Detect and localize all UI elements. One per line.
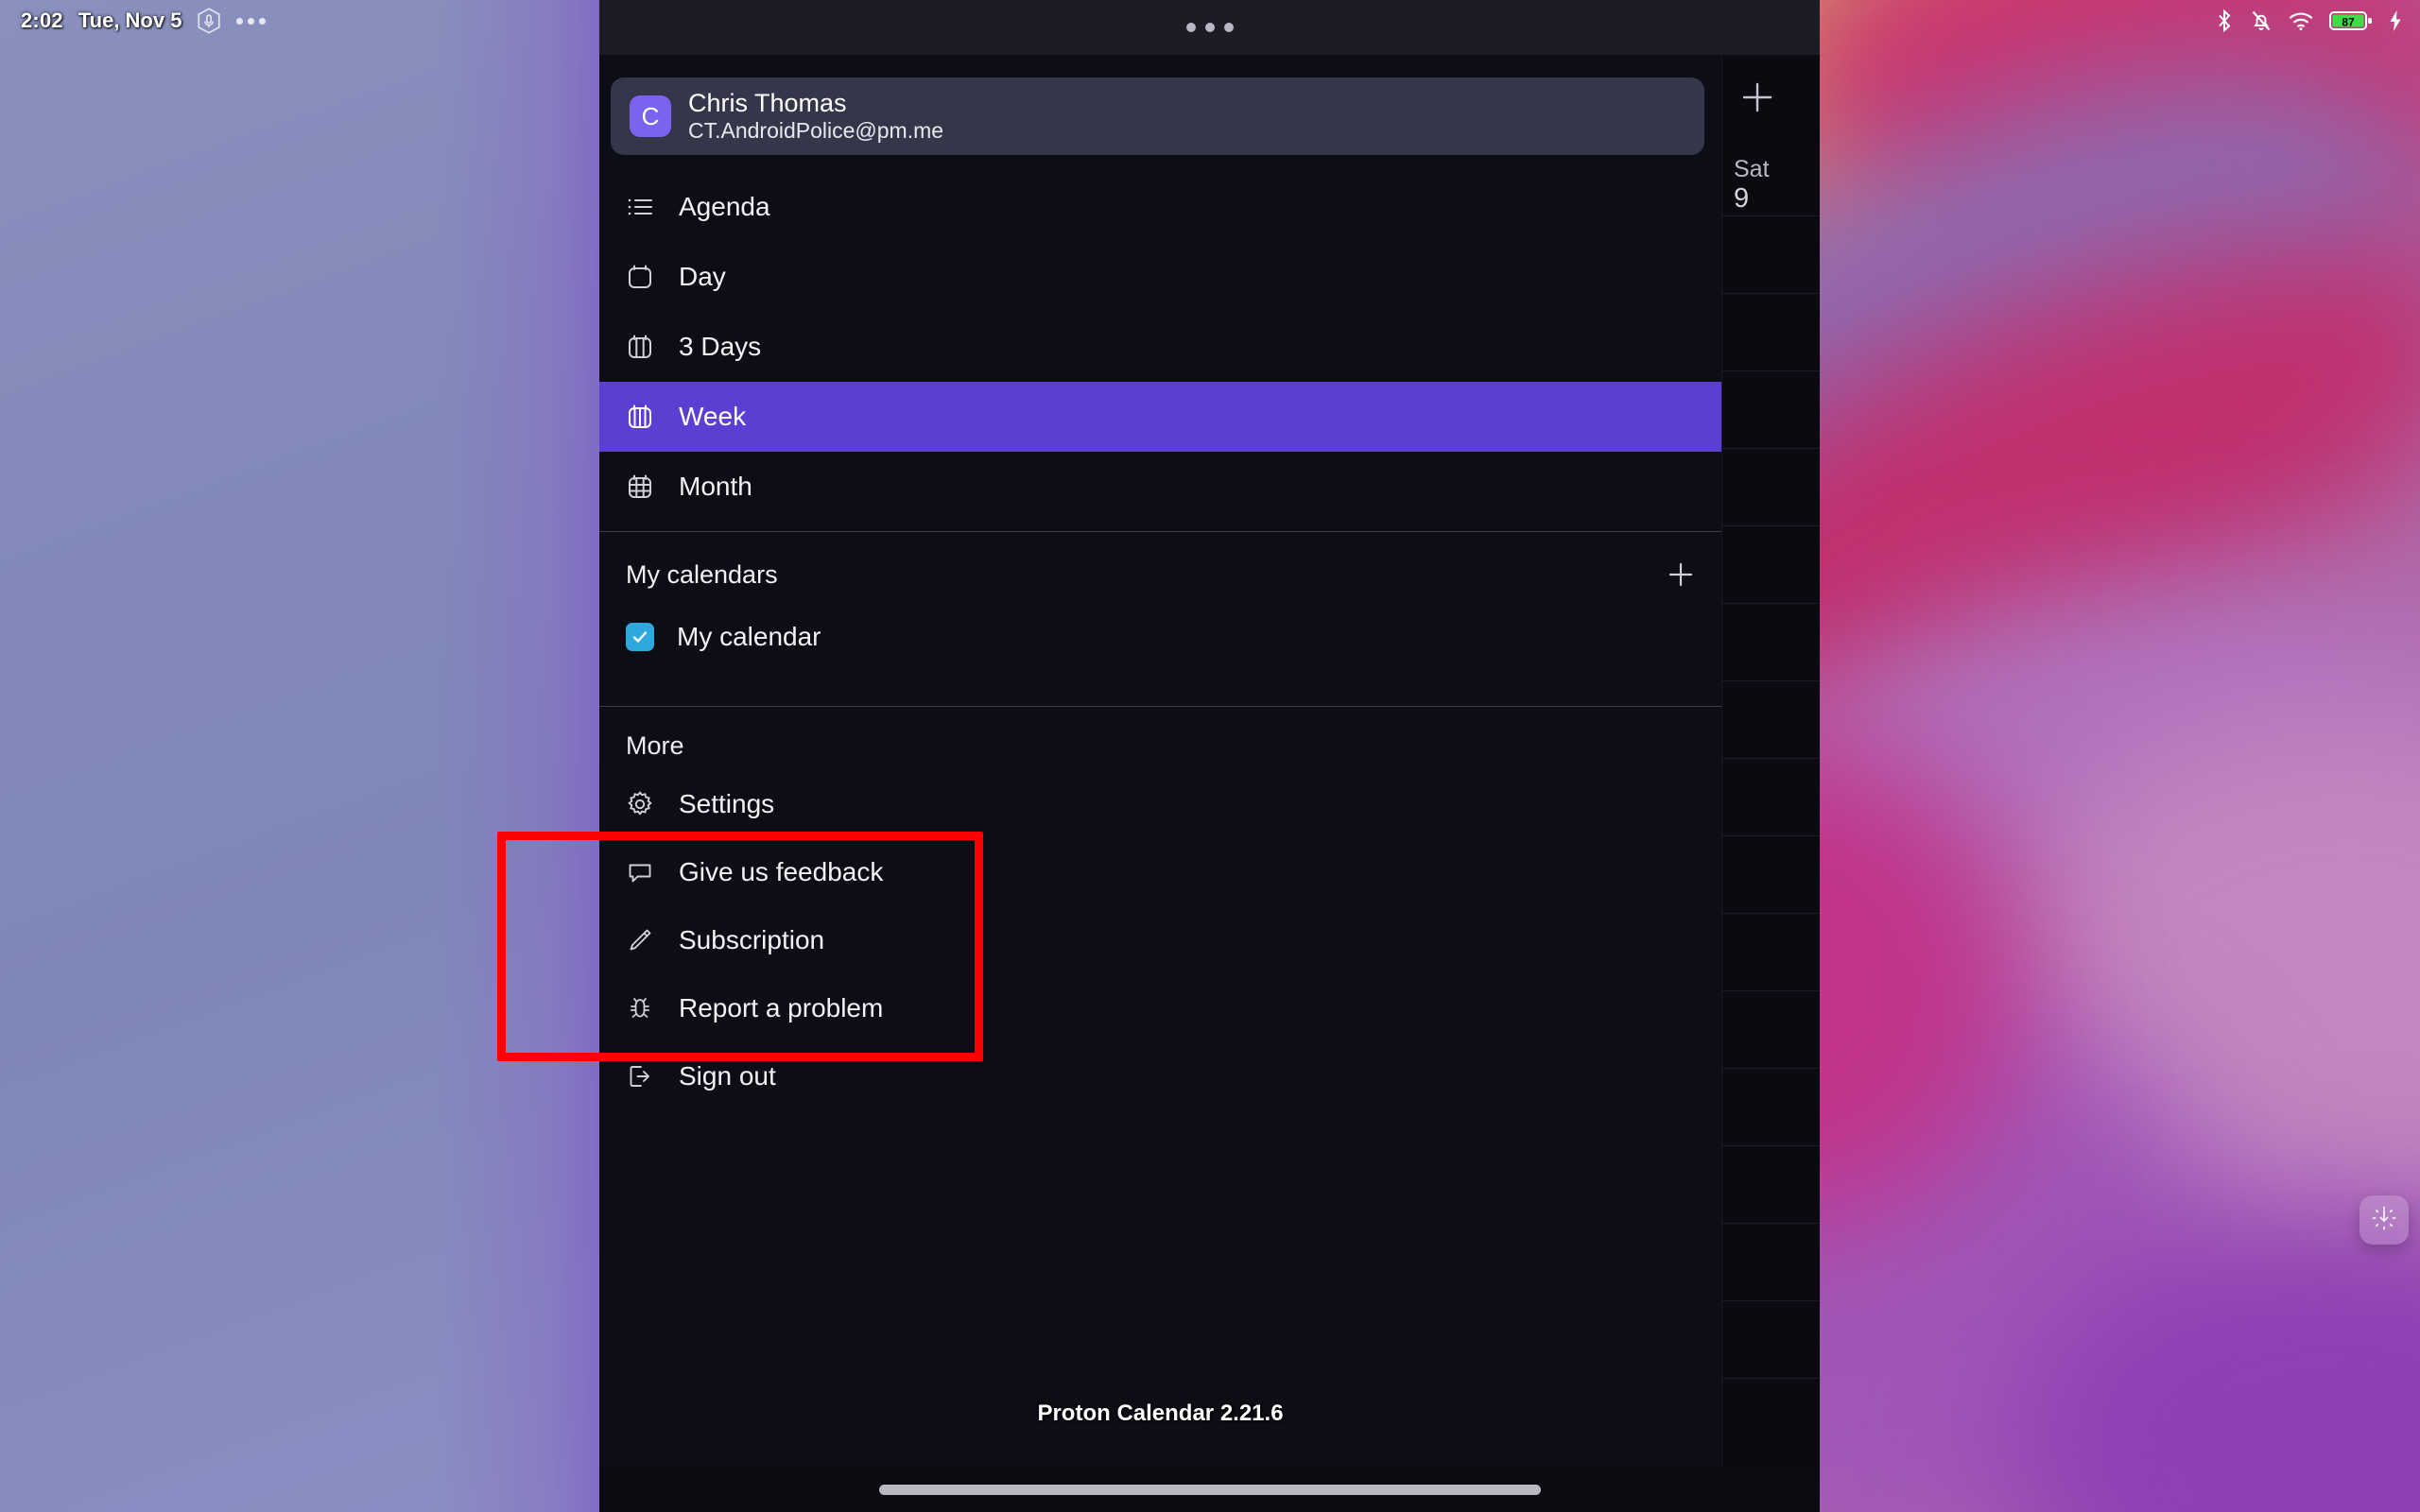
notifications-muted-icon <box>2250 9 2273 33</box>
pencil-icon <box>626 926 654 954</box>
account-email: CT.AndroidPolice@pm.me <box>688 118 944 144</box>
calendar-3days-icon <box>626 333 654 361</box>
sidebar-item-label: Sign out <box>679 1061 776 1091</box>
battery-icon: 87 <box>2329 9 2373 32</box>
sidebar-item-agenda[interactable]: Agenda <box>599 172 1721 242</box>
wallpaper-right <box>1820 0 2420 1512</box>
calendar-day-name: Sat <box>1734 156 1770 182</box>
calendar-day-number: 9 <box>1734 183 1750 214</box>
status-bar-left: 2:02 Tue, Nov 5 <box>0 0 599 42</box>
calendar-checkbox[interactable] <box>626 623 654 651</box>
gesture-nav-bar[interactable] <box>878 1485 1541 1495</box>
account-name: Chris Thomas <box>688 89 847 118</box>
more-section-title: More <box>626 731 684 760</box>
account-card[interactable]: C Chris Thomas CT.AndroidPolice@pm.me <box>611 77 1704 155</box>
add-event-plus-icon[interactable] <box>1736 76 1779 119</box>
sidebar-item-label: Settings <box>679 789 775 818</box>
brightness-floating-button[interactable] <box>2360 1195 2409 1245</box>
navigation-drawer: C Chris Thomas CT.AndroidPolice@pm.me Ag… <box>599 55 1722 1512</box>
charging-bolt-icon <box>2388 9 2403 32</box>
app-version-label: Proton Calendar 2.21.6 <box>1037 1400 1284 1426</box>
sign-out-icon <box>626 1062 654 1091</box>
window-drag-handle[interactable] <box>599 0 1820 55</box>
status-clock: 2:02 <box>21 9 63 32</box>
sidebar-item-label: Month <box>679 472 752 501</box>
sidebar-item-label: Give us feedback <box>679 857 884 886</box>
calendar-list-item[interactable]: My calendar <box>599 604 1721 670</box>
sidebar-item-label: Subscription <box>679 925 825 954</box>
sidebar-item-label: Report a problem <box>679 993 884 1022</box>
my-calendars-title: My calendars <box>626 559 778 589</box>
calendar-month-icon <box>626 472 654 501</box>
bug-icon <box>626 994 654 1022</box>
sidebar-item-day[interactable]: Day <box>599 242 1721 312</box>
status-overflow-dots-icon[interactable] <box>236 17 267 25</box>
proton-calendar-window: Sat 9 C Chris Thomas CT.AndroidPolice@pm… <box>599 0 1820 1512</box>
wallpaper-left <box>0 0 599 1512</box>
sidebar-item-week[interactable]: Week <box>599 382 1721 452</box>
status-bar-right: 87 <box>2214 0 2403 42</box>
gear-icon <box>626 790 654 818</box>
list-icon <box>626 193 654 221</box>
speech-bubble-icon <box>626 858 654 886</box>
view-list: Agenda Day 3 Days Week Month <box>599 172 1721 522</box>
sidebar-item-report-a-problem[interactable]: Report a problem <box>599 974 1721 1042</box>
calendar-name: My calendar <box>677 622 821 651</box>
calendar-hour-grid <box>1722 215 1820 1512</box>
drag-handle-dots-icon[interactable] <box>1185 23 1234 32</box>
sidebar-item-label: 3 Days <box>679 332 762 361</box>
calendar-week-icon <box>626 403 654 431</box>
sidebar-item-settings[interactable]: Settings <box>599 770 1721 838</box>
bluetooth-icon <box>2214 9 2235 33</box>
add-calendar-plus-icon[interactable] <box>1665 558 1697 591</box>
avatar: C <box>630 95 671 137</box>
screen: 2:02 Tue, Nov 5 87 Sat 9 C Chris Thomas … <box>0 0 2420 1512</box>
calendar-day-icon <box>626 263 654 291</box>
battery-percent-text: 87 <box>2342 15 2355 28</box>
sidebar-item-3days[interactable]: 3 Days <box>599 312 1721 382</box>
sidebar-item-subscription[interactable]: Subscription <box>599 906 1721 974</box>
my-calendars-header: My calendars <box>599 532 1721 604</box>
sidebar-item-label: Agenda <box>679 192 770 221</box>
sidebar-item-month[interactable]: Month <box>599 452 1721 522</box>
sidebar-item-label: Day <box>679 262 726 291</box>
brightness-icon <box>2370 1204 2398 1237</box>
calendar-behind-drawer: Sat 9 <box>1722 55 1820 1512</box>
mic-hexagon-icon[interactable] <box>197 8 221 34</box>
sidebar-item-label: Week <box>679 402 747 431</box>
sidebar-item-sign-out[interactable]: Sign out <box>599 1042 1721 1110</box>
sidebar-item-give-us-feedback[interactable]: Give us feedback <box>599 838 1721 906</box>
status-date: Tue, Nov 5 <box>78 9 182 32</box>
calendar-day-header[interactable]: Sat 9 <box>1734 157 1770 214</box>
wifi-icon <box>2288 9 2314 32</box>
